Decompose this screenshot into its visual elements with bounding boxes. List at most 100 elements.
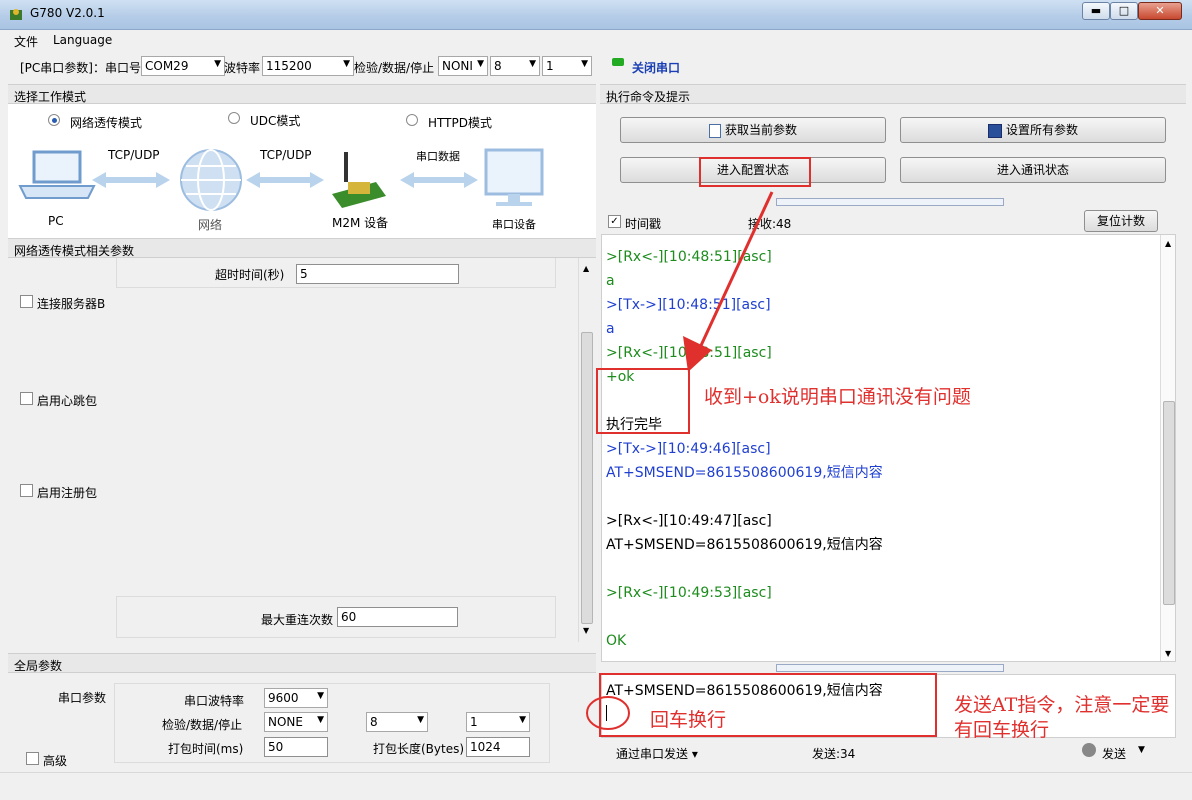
close-button[interactable]: ✕ — [1138, 2, 1182, 20]
diagram-network-label: 网络 — [198, 218, 223, 232]
reconnect-group — [116, 596, 556, 638]
pack-time-label: 打包时间(ms) — [168, 742, 244, 756]
set-params-label: 设置所有参数 — [1005, 123, 1078, 137]
document-search-icon — [708, 123, 721, 138]
net-params-scrollbar[interactable]: ▲ ▼ — [578, 258, 594, 642]
splitter-bottom[interactable] — [776, 664, 1004, 672]
router-icon — [332, 152, 386, 208]
server-b-checkbox[interactable] — [20, 295, 33, 308]
send-via-dropdown[interactable]: 通过串口发送 ▾ — [616, 745, 698, 762]
status-bar — [0, 772, 1192, 800]
diagram-m2m-label: M2M 设备 — [332, 216, 389, 230]
baud-select[interactable]: 115200 ▼ — [262, 56, 354, 76]
data-bits-select[interactable]: 8 ▼ — [490, 56, 540, 76]
maximize-button[interactable]: □ — [1110, 2, 1138, 20]
menu-language[interactable]: Language — [53, 33, 112, 47]
monitor-icon — [484, 148, 544, 206]
scroll-thumb[interactable] — [1163, 401, 1175, 605]
global-data-bits-value: 8 — [370, 715, 378, 729]
port-select[interactable]: COM29 ▼ — [141, 56, 225, 76]
global-parity-label: 检验/数据/停止 — [162, 718, 243, 732]
stop-bits-value: 1 — [546, 59, 554, 73]
diagram-link3-label: 串口数据 — [416, 150, 460, 163]
global-stop-bits-select[interactable]: 1 ▼ — [466, 712, 530, 732]
chevron-down-icon: ▼ — [214, 59, 221, 69]
chevron-down-icon: ▼ — [581, 59, 588, 69]
serial-params-label: 串口参数 — [58, 691, 107, 705]
work-mode-header: 选择工作模式 — [8, 84, 596, 104]
minimize-button[interactable]: ▬ — [1082, 2, 1110, 20]
server-b-label: 连接服务器B — [37, 297, 106, 311]
send-icon — [1082, 743, 1096, 757]
send-via-label: 通过串口发送 — [616, 747, 689, 761]
heartbeat-checkbox[interactable] — [20, 392, 33, 405]
serial-param-label: [PC串口参数]：串口号 — [20, 61, 141, 75]
reset-count-button[interactable]: 复位计数 — [1084, 210, 1158, 232]
max-reconnect-input[interactable]: 60 — [337, 607, 458, 627]
log-line: >[Rx<-][10:49:47][asc] — [606, 513, 772, 529]
annotation-newline-note: 回车换行 — [650, 709, 727, 731]
send-label: 发送 — [1102, 747, 1127, 761]
parity-value: NONI — [442, 59, 473, 73]
register-checkbox[interactable] — [20, 484, 33, 497]
chevron-down-icon: ▼ — [1138, 745, 1145, 755]
advanced-checkbox[interactable] — [26, 752, 39, 765]
baud-value: 115200 — [266, 59, 312, 73]
timestamp-checkbox[interactable]: ✓ — [608, 215, 621, 228]
annotation-at-note-1: 发送AT指令，注意一定要 — [954, 694, 1170, 716]
timeout-label: 超时时间(秒) — [215, 268, 285, 282]
chevron-down-icon: ▼ — [477, 59, 484, 69]
diagram-pc-label: PC — [48, 214, 64, 228]
annotation-box-ok — [596, 368, 690, 434]
chevron-down-icon: ▼ — [317, 691, 324, 701]
pack-len-input[interactable]: 1024 — [466, 737, 530, 757]
global-baud-select[interactable]: 9600 ▼ — [264, 688, 328, 708]
log-line: >[Rx<-][10:48:51][asc] — [606, 345, 772, 361]
log-scrollbar[interactable]: ▲ ▼ — [1160, 235, 1175, 661]
set-params-button[interactable]: 设置所有参数 — [900, 117, 1166, 143]
log-line: AT+SMSEND=8615508600619,短信内容 — [606, 537, 883, 553]
save-icon — [987, 123, 1002, 138]
chevron-down-icon: ▼ — [417, 715, 424, 725]
log-line: >[Rx<-][10:49:53][asc] — [606, 585, 772, 601]
log-line: >[Tx->][10:48:51][asc] — [606, 297, 771, 313]
timeout-input[interactable]: 5 — [296, 264, 459, 284]
max-reconnect-label: 最大重连次数 — [261, 613, 334, 627]
enter-comm-button[interactable]: 进入通讯状态 — [900, 157, 1166, 183]
menu-file[interactable]: 文件 — [14, 33, 38, 50]
send-button[interactable]: 发送 ▼ — [1082, 743, 1162, 761]
parity-label: 检验/数据/停止 — [354, 61, 435, 75]
global-stop-bits-value: 1 — [470, 715, 478, 729]
serial-param-bar: [PC串口参数]：串口号 COM29 ▼ 波特率 115200 ▼ 检验/数据/停止… — [8, 52, 608, 80]
log-area[interactable]: >[Rx<-][10:48:51][asc] a >[Tx->][10:48:51]… — [601, 234, 1176, 662]
chevron-down-icon: ▼ — [519, 715, 526, 725]
splitter-top[interactable] — [776, 198, 1004, 206]
double-arrow-icon — [246, 172, 324, 188]
scroll-thumb[interactable] — [581, 332, 593, 624]
pack-len-label: 打包长度(Bytes) — [373, 742, 465, 756]
chevron-down-icon: ▼ — [317, 715, 324, 725]
scroll-up-icon[interactable]: ▲ — [583, 264, 589, 273]
parity-select[interactable]: NONI ▼ — [438, 56, 488, 76]
log-line: AT+SMSEND=8615508600619,短信内容 — [606, 465, 883, 481]
heartbeat-label: 启用心跳包 — [37, 394, 98, 408]
port-status-led — [612, 58, 624, 66]
app-icon — [10, 9, 22, 20]
log-lines: >[Rx<-][10:48:51][asc] a >[Tx->][10:48:51]… — [606, 245, 1156, 653]
global-baud-label: 串口波特率 — [184, 694, 245, 708]
global-data-bits-select[interactable]: 8 ▼ — [366, 712, 428, 732]
stop-bits-select[interactable]: 1 ▼ — [542, 56, 592, 76]
scroll-down-icon[interactable]: ▼ — [1165, 649, 1171, 658]
global-parity-select[interactable]: NONE ▼ — [264, 712, 328, 732]
pack-time-input[interactable]: 50 — [264, 737, 328, 757]
get-params-button[interactable]: 获取当前参数 — [620, 117, 886, 143]
scroll-down-icon[interactable]: ▼ — [583, 626, 589, 635]
window-title: G780 V2.0.1 — [30, 6, 105, 20]
global-params-panel: 串口参数 串口波特率 9600 ▼ 检验/数据/停止 NONE ▼ 8 ▼ 1 ▼ 打包… — [8, 673, 596, 771]
scroll-up-icon[interactable]: ▲ — [1165, 239, 1171, 248]
close-port-button[interactable]: 关闭串口 — [632, 59, 680, 76]
log-line: a — [606, 273, 615, 289]
log-line: a — [606, 321, 615, 337]
